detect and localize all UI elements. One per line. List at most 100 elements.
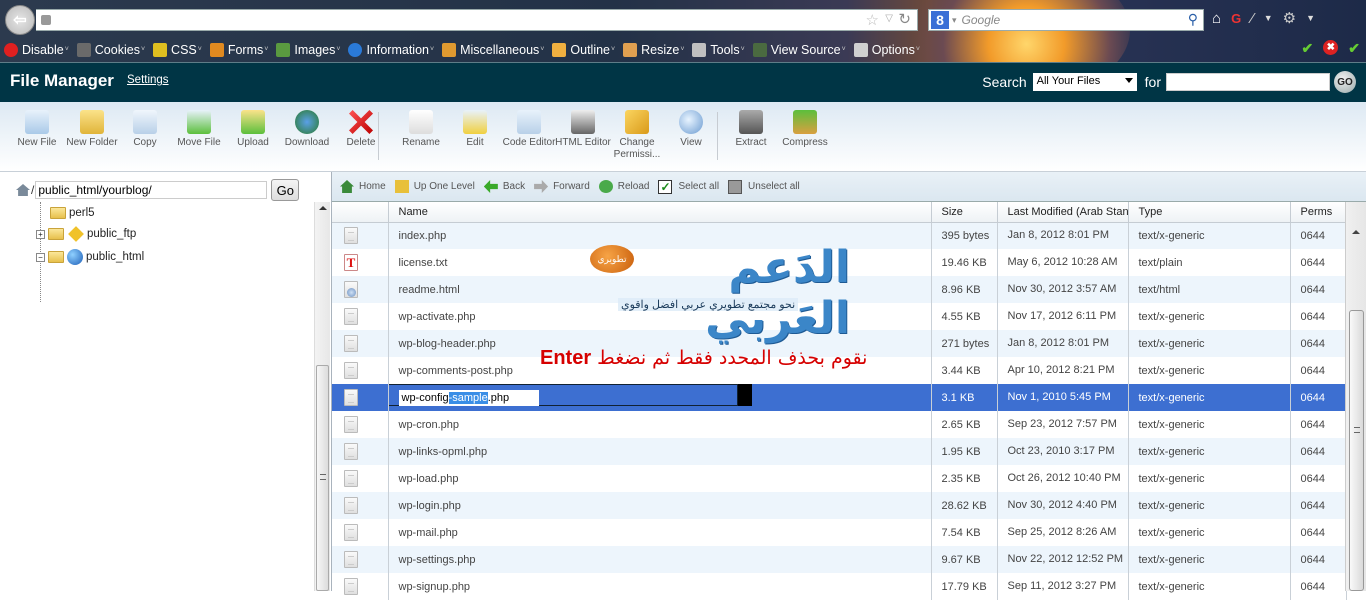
- table-row[interactable]: wp-mail.php 7.54 KB Sep 25, 2012 8:26 AM te…: [332, 519, 1347, 546]
- file-perms-cell[interactable]: 0644: [1290, 546, 1347, 573]
- tree-item-public-ftp[interactable]: + public_ftp: [36, 226, 136, 242]
- devbar-menu-forms[interactable]: Forms ˅: [209, 42, 268, 57]
- scrollbar-thumb[interactable]: [1349, 310, 1364, 591]
- file-name-cell[interactable]: wp-mail.php: [388, 519, 932, 546]
- home-icon[interactable]: [16, 184, 30, 196]
- file-perms-cell[interactable]: 0644: [1290, 492, 1347, 519]
- chevron-down-icon: ˅: [540, 46, 545, 53]
- file-perms-cell[interactable]: 0644: [1290, 438, 1347, 465]
- toolbar-delete-button[interactable]: Delete: [329, 110, 393, 149]
- file-perms-cell[interactable]: 0644: [1290, 519, 1347, 546]
- engine-dropdown-icon[interactable]: ▾: [952, 15, 957, 26]
- scrollbar-thumb[interactable]: [316, 365, 329, 591]
- bookmark-star-icon[interactable]: ☆: [866, 11, 879, 29]
- nav-reload-button[interactable]: Reload: [598, 180, 649, 193]
- toolbar-compress-button[interactable]: Compress: [773, 110, 837, 149]
- column-header-name[interactable]: Name: [388, 202, 932, 223]
- nav-back-button[interactable]: Back: [483, 180, 525, 193]
- file-modified-cell: Nov 22, 2012 12:52 PM: [997, 546, 1129, 573]
- check-icon[interactable]: ✔: [1302, 40, 1314, 57]
- file-name-cell[interactable]: wp-signup.php: [388, 573, 932, 600]
- php-file-icon: [344, 497, 358, 514]
- table-row[interactable]: wp-links-opml.php 1.95 KB Oct 23, 2010 3:1…: [332, 438, 1347, 465]
- column-header-type[interactable]: Type: [1128, 202, 1291, 223]
- search-go-button[interactable]: GO: [1334, 71, 1356, 93]
- file-perms-cell[interactable]: 0644: [1290, 384, 1347, 411]
- file-perms-cell[interactable]: 0644: [1290, 276, 1347, 303]
- browser-search-box[interactable]: 8 ▾ Google ⚲: [928, 9, 1204, 31]
- search-scope-select[interactable]: All Your Files: [1032, 73, 1137, 91]
- eyedropper-icon[interactable]: ⁄: [1251, 10, 1254, 27]
- column-header-size[interactable]: Size: [931, 202, 998, 223]
- file-perms-cell[interactable]: 0644: [1290, 222, 1347, 249]
- address-bar[interactable]: ☆ ▽ ↻: [36, 9, 918, 31]
- file-perms-cell[interactable]: 0644: [1290, 249, 1347, 276]
- expand-icon[interactable]: +: [36, 229, 45, 239]
- column-header-icon[interactable]: [332, 202, 389, 223]
- file-perms-cell[interactable]: 0644: [1290, 465, 1347, 492]
- devbar-menu-outline[interactable]: Outline ˅: [552, 42, 615, 57]
- file-perms-cell[interactable]: 0644: [1290, 357, 1347, 384]
- table-row[interactable]: wp-cron.php 2.65 KB Sep 23, 2012 7:57 PM te…: [332, 411, 1347, 438]
- nav-forward-button[interactable]: Forward: [534, 180, 590, 193]
- devbar-menu-miscellaneous[interactable]: Miscellaneous ˅: [442, 42, 545, 57]
- toolbar-button-label: View: [680, 137, 702, 148]
- file-name-cell[interactable]: wp-links-opml.php: [388, 438, 932, 465]
- dropdown-icon[interactable]: ▼: [1306, 13, 1315, 23]
- devbar-menu-information[interactable]: Information ˅: [348, 42, 434, 57]
- file-name-cell[interactable]: wp-cron.php: [388, 411, 932, 438]
- scroll-up-icon[interactable]: [1352, 230, 1360, 234]
- dropdown-icon[interactable]: ▼: [1264, 13, 1273, 23]
- table-row[interactable]: wp-signup.php 17.79 KB Sep 11, 2012 3:27 P…: [332, 573, 1347, 600]
- devbar-menu-tools[interactable]: Tools ˅: [692, 42, 745, 57]
- nav-up-one-level-button[interactable]: Up One Level: [394, 180, 475, 193]
- file-list-scrollbar[interactable]: [1345, 202, 1366, 591]
- scroll-up-icon[interactable]: [319, 206, 327, 210]
- tree-scrollbar[interactable]: [314, 202, 330, 591]
- history-dropdown-icon[interactable]: ▽: [885, 13, 893, 24]
- file-name-cell[interactable]: wp-settings.php: [388, 546, 932, 573]
- devbar-menu-resize[interactable]: Resize ˅: [623, 42, 684, 57]
- file-perms-cell[interactable]: 0644: [1290, 411, 1347, 438]
- file-perms-cell[interactable]: 0644: [1290, 330, 1347, 357]
- addon-icon[interactable]: G: [1231, 11, 1241, 26]
- error-icon[interactable]: ✖: [1323, 40, 1339, 55]
- tree-item-public-html[interactable]: − public_html: [36, 249, 144, 265]
- table-row[interactable]: wp-load.php 2.35 KB Oct 26, 2012 10:40 PM t…: [332, 465, 1347, 492]
- search-input[interactable]: [1166, 73, 1330, 91]
- table-row[interactable]: wp-config-sample.php 3.1 KB Nov 1, 2010 5:…: [332, 384, 1347, 411]
- addon-gear-icon[interactable]: ⚙: [1283, 9, 1296, 27]
- file-name-cell[interactable]: wp-load.php: [388, 465, 932, 492]
- path-input[interactable]: [35, 181, 268, 199]
- path-go-button[interactable]: Go: [271, 179, 300, 201]
- file-name-cell[interactable]: wp-login.php: [388, 492, 932, 519]
- nav-unselect-all-button[interactable]: Unselect all: [728, 179, 800, 194]
- nav-select-all-button[interactable]: ✓ Select all: [658, 179, 719, 194]
- file-perms-cell[interactable]: 0644: [1290, 573, 1347, 600]
- devbar-menu-options[interactable]: Options ˅: [853, 42, 920, 57]
- collapse-icon[interactable]: −: [36, 252, 45, 262]
- devbar-menu-view-source[interactable]: View Source ˅: [752, 42, 846, 57]
- column-header-perms[interactable]: Perms: [1290, 202, 1347, 223]
- devbar-menu-images[interactable]: Images ˅: [276, 42, 340, 57]
- search-icon[interactable]: ⚲: [1188, 11, 1198, 28]
- home-icon[interactable]: ⌂: [1212, 10, 1221, 27]
- devbar-menu-css[interactable]: CSS ˅: [153, 42, 202, 57]
- settings-link[interactable]: Settings: [127, 74, 169, 86]
- file-name-cell[interactable]: wp-config-sample.php: [388, 384, 932, 411]
- php-file-icon: [344, 335, 358, 352]
- back-button[interactable]: ⇦: [5, 5, 35, 35]
- table-row[interactable]: wp-settings.php 9.67 KB Nov 22, 2012 12:52…: [332, 546, 1347, 573]
- column-header-last[interactable]: Last Modified (Arab Stan: [997, 202, 1129, 223]
- file-perms-cell[interactable]: 0644: [1290, 303, 1347, 330]
- rename-input[interactable]: wp-config-sample.php: [398, 389, 539, 406]
- devbar-menu-disable[interactable]: Disable ˅: [4, 42, 69, 57]
- nav-home-button[interactable]: Home: [340, 180, 386, 193]
- toolbar-view-button[interactable]: View: [659, 110, 723, 149]
- check-icon[interactable]: ✔: [1348, 40, 1360, 57]
- tree-item-perl5[interactable]: perl5: [50, 207, 95, 219]
- table-row[interactable]: wp-login.php 28.62 KB Nov 30, 2012 4:40 PM…: [332, 492, 1347, 519]
- reload-icon[interactable]: ↻: [898, 10, 911, 28]
- view-source-icon: [752, 42, 767, 57]
- devbar-menu-cookies[interactable]: Cookies ˅: [76, 42, 145, 57]
